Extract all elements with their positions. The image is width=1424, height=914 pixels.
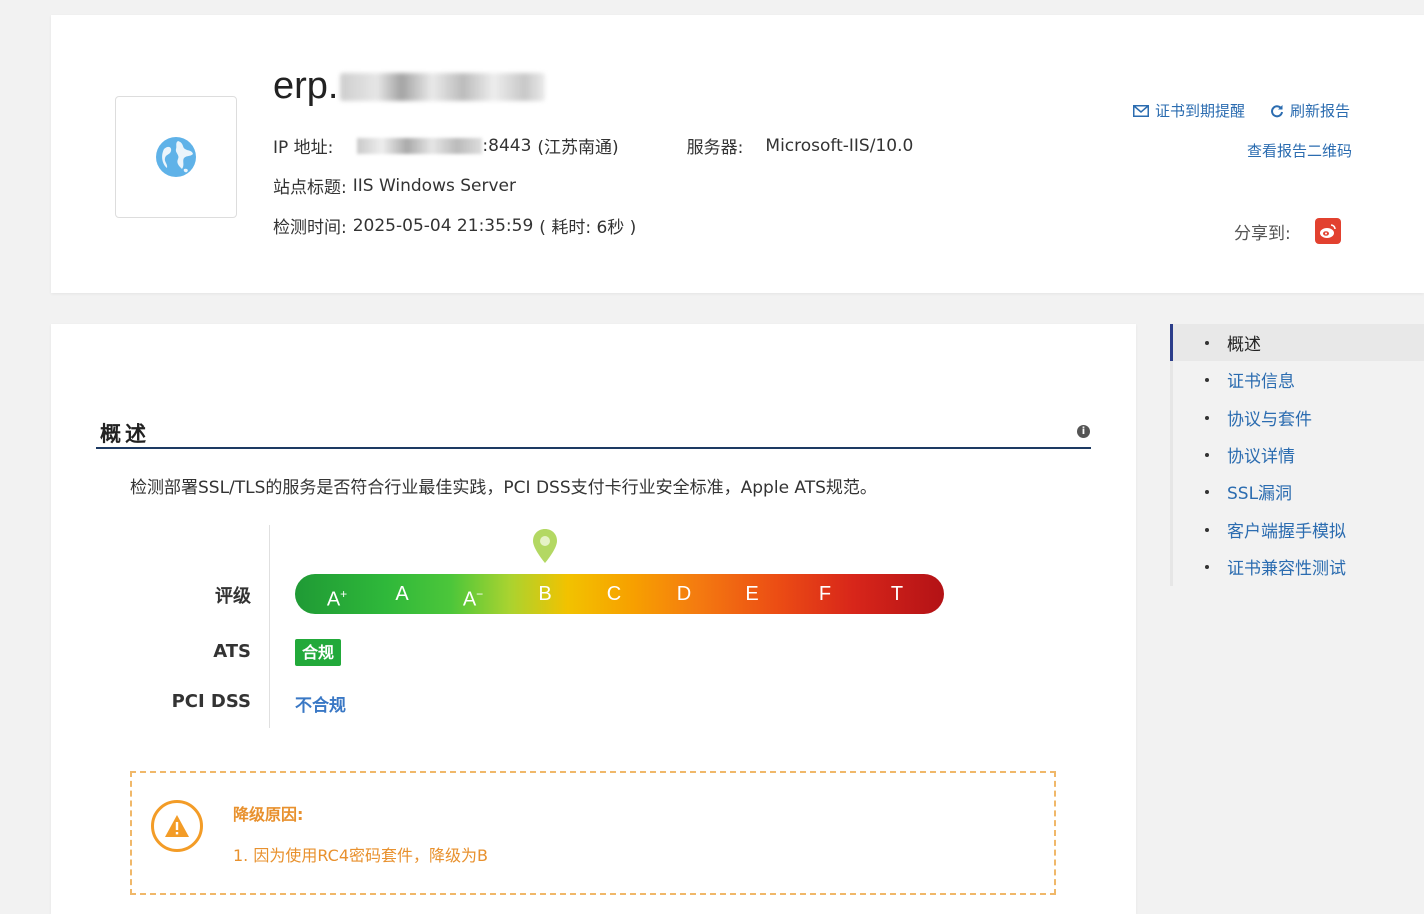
grade-letter: A+ <box>326 587 348 611</box>
downgrade-reason-box: 降级原因: 1. 因为使用RC4密码套件，降级为B <box>130 771 1056 895</box>
scan-duration: ( 耗时: 6秒 ) <box>539 218 637 238</box>
globe-icon <box>156 137 196 177</box>
bullet-icon <box>1205 377 1209 382</box>
side-nav-item[interactable]: 证书信息 <box>1173 361 1424 398</box>
domain-text: erp. <box>273 65 339 107</box>
rating-divider <box>269 525 270 728</box>
side-nav-label: 证书兼容性测试 <box>1227 559 1346 579</box>
side-nav-label: 协议与套件 <box>1227 410 1312 430</box>
side-nav-item[interactable]: 协议详情 <box>1173 436 1424 473</box>
report-qr-link[interactable]: 查看报告二维码 <box>1247 140 1352 161</box>
domain-title: erp. <box>273 65 546 108</box>
section-title: 概述 <box>100 422 150 446</box>
grade-letter: D <box>676 583 692 605</box>
bullet-icon <box>1205 527 1209 532</box>
weibo-icon <box>1319 224 1336 238</box>
report-qr-label: 查看报告二维码 <box>1247 142 1353 160</box>
refresh-report-label: 刷新报告 <box>1290 102 1351 120</box>
info-icon[interactable]: i <box>1077 425 1090 438</box>
grade-letter: A− <box>462 587 484 611</box>
grade-letter: B <box>538 583 552 605</box>
downgrade-title: 降级原因: <box>233 805 304 824</box>
grade-letter: T <box>890 583 904 605</box>
grade-letter: C <box>606 583 622 605</box>
site-title-label: 站点标题: <box>273 178 347 198</box>
share-row: 分享到: <box>1234 218 1341 244</box>
site-title-row: 站点标题: IIS Windows Server <box>273 173 516 199</box>
current-grade-marker <box>531 528 559 568</box>
side-nav-label: 证书信息 <box>1227 372 1295 392</box>
bullet-icon <box>1205 452 1209 457</box>
grade-letter: E <box>745 583 759 605</box>
side-nav-label: 客户端握手模拟 <box>1227 522 1346 542</box>
overview-description: 检测部署SSL/TLS的服务是否符合行业最佳实践，PCI DSS支付卡行业安全标… <box>130 478 877 498</box>
grade-letter: A <box>395 583 409 605</box>
ip-redaction <box>357 137 483 154</box>
ip-location: (江苏南通) <box>537 138 619 158</box>
server-label: 服务器: <box>686 138 744 158</box>
expiry-reminder-label: 证书到期提醒 <box>1155 102 1246 120</box>
map-pin-icon <box>533 529 557 563</box>
ats-status-badge: 合规 <box>295 639 342 666</box>
ats-label: ATS <box>213 641 251 662</box>
site-logo <box>115 96 237 218</box>
ip-row: IP 地址: :8443 (江苏南通) 服务器: Microsoft-IIS/1… <box>273 133 914 159</box>
weibo-share-button[interactable] <box>1314 218 1341 244</box>
grade-letter: F <box>818 583 832 605</box>
side-nav-label: 概述 <box>1227 335 1261 355</box>
side-nav-item[interactable]: 证书兼容性测试 <box>1173 548 1424 585</box>
ip-port: :8443 <box>482 135 532 156</box>
bullet-icon <box>1205 564 1209 569</box>
side-nav-item[interactable]: 协议与套件 <box>1173 399 1424 436</box>
pci-label: PCI DSS <box>171 691 251 712</box>
scan-time-value: 2025-05-04 21:35:59 <box>352 215 534 236</box>
side-nav-item[interactable]: 概述 <box>1173 324 1424 361</box>
grade-label: 评级 <box>215 586 251 607</box>
grade-scale-bar: A+ A A− B C D E F T <box>295 574 944 614</box>
downgrade-item: 1. 因为使用RC4密码套件，降级为B <box>233 846 489 865</box>
server-value: Microsoft-IIS/10.0 <box>765 135 914 156</box>
bullet-icon <box>1205 340 1209 345</box>
domain-redaction <box>340 72 546 101</box>
side-nav-item[interactable]: 客户端握手模拟 <box>1173 511 1424 548</box>
site-title-value: IIS Windows Server <box>352 175 516 196</box>
warning-circle <box>151 800 203 852</box>
side-nav-item[interactable]: SSL漏洞 <box>1173 473 1424 510</box>
refresh-report-link[interactable]: 刷新报告 <box>1270 100 1350 121</box>
scan-time-row: 检测时间: 2025-05-04 21:35:59 ( 耗时: 6秒 ) <box>273 213 637 239</box>
bullet-icon <box>1205 489 1209 494</box>
share-label: 分享到: <box>1234 223 1291 244</box>
mail-icon <box>1133 104 1149 117</box>
report-header-card: erp. IP 地址: :8443 (江苏南通) 服务器: Microsoft-… <box>51 15 1424 293</box>
section-divider <box>96 447 1091 449</box>
expiry-reminder-link[interactable]: 证书到期提醒 <box>1133 100 1245 121</box>
ip-label: IP 地址: <box>273 138 334 158</box>
overview-card: 概述 i 检测部署SSL/TLS的服务是否符合行业最佳实践，PCI DSS支付卡… <box>51 324 1136 914</box>
scan-time-label: 检测时间: <box>273 218 347 238</box>
refresh-icon <box>1271 104 1283 117</box>
side-nav-label: 协议详情 <box>1227 447 1295 467</box>
pci-status[interactable]: 不合规 <box>295 691 346 716</box>
warning-icon <box>165 815 189 837</box>
side-nav-label: SSL漏洞 <box>1227 484 1293 504</box>
bullet-icon <box>1205 415 1209 420</box>
